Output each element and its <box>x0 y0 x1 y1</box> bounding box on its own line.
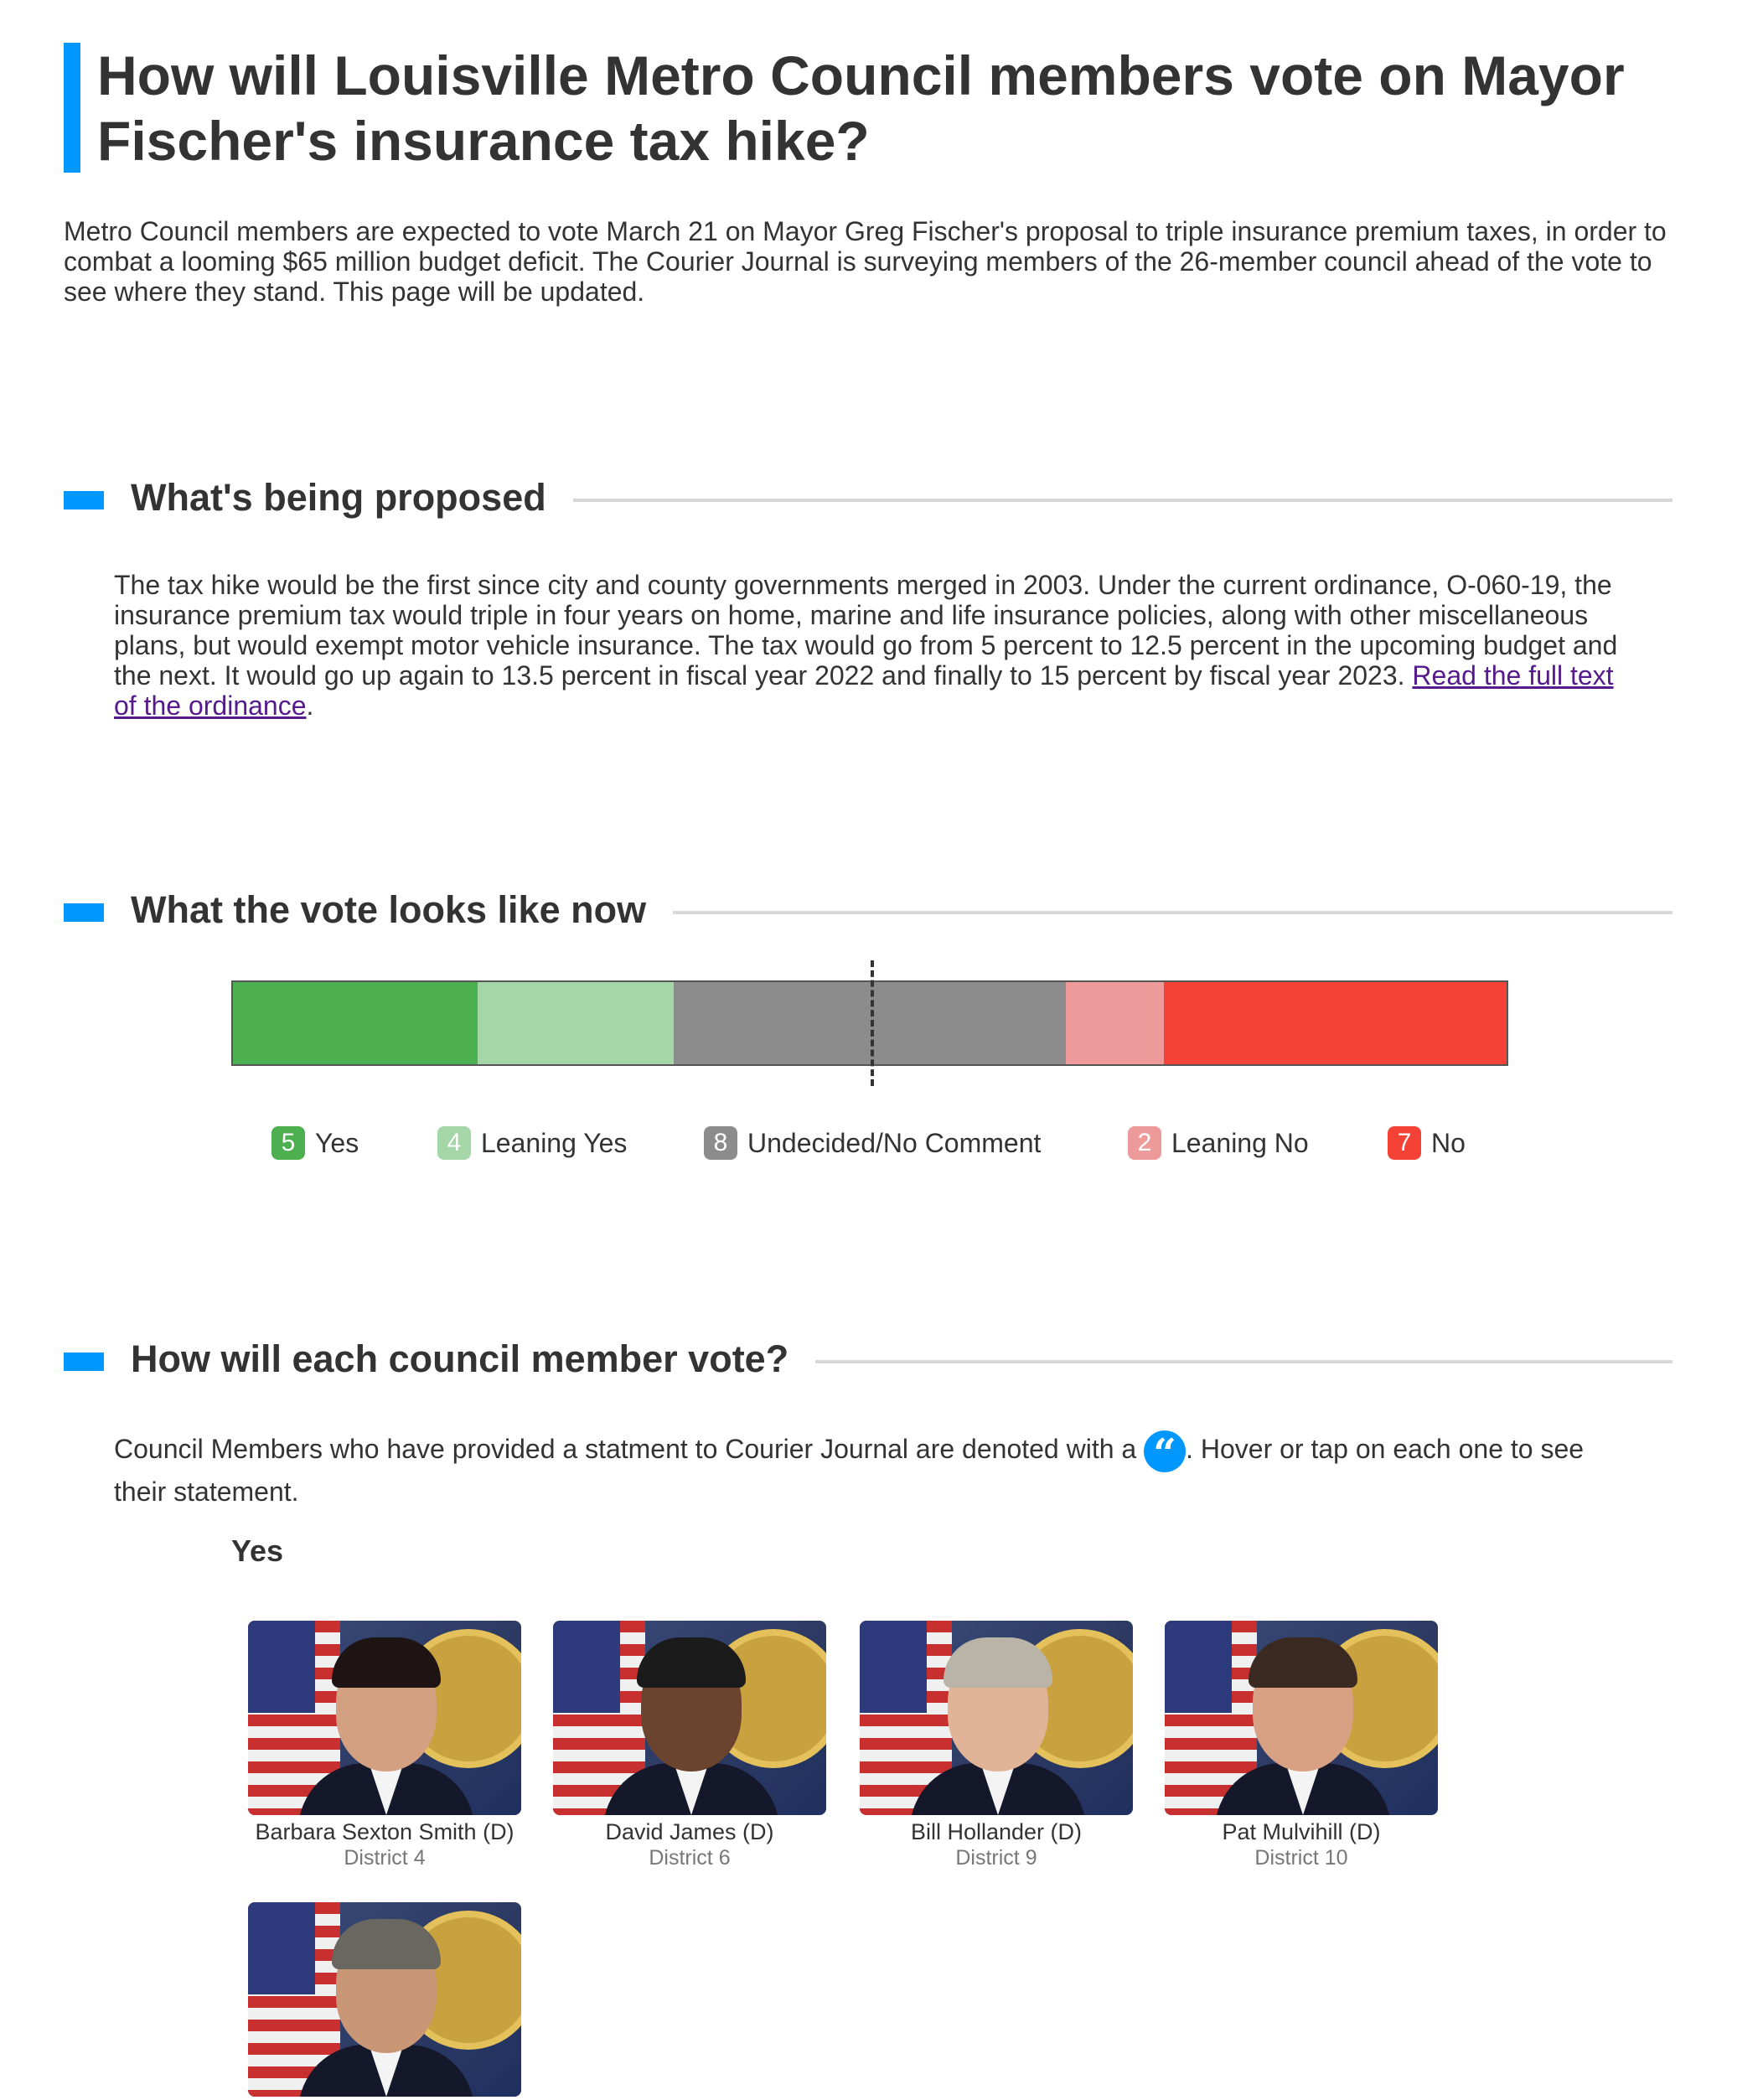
proposal-text-end: . <box>306 691 314 721</box>
section-header-members: How will each council member vote? <box>64 1334 1673 1384</box>
section-title-vote: What the vote looks like now <box>131 885 674 935</box>
legend-item: 8 Undecided/No Comment <box>704 1126 1041 1160</box>
member-name: David James (D) <box>605 1819 774 1844</box>
member-photo[interactable] <box>1165 1621 1438 1815</box>
legend-count-badge: 2 <box>1128 1126 1161 1160</box>
members-note: Council Members who have provided a stat… <box>114 1430 1639 1512</box>
legend-label: No <box>1431 1127 1466 1158</box>
legend-count-badge: 5 <box>271 1126 305 1160</box>
intro-paragraph: Metro Council members are expected to vo… <box>64 216 1667 307</box>
member-card[interactable]: David James (D) District 6 <box>553 1621 826 1870</box>
legend-item: 5 Yes <box>271 1126 359 1160</box>
section-marker <box>64 1353 104 1371</box>
section-marker <box>64 491 104 509</box>
member-card[interactable]: Bill Hollander (D) District 9 <box>860 1621 1133 1870</box>
member-photo[interactable] <box>553 1621 826 1815</box>
legend-label: Leaning No <box>1171 1127 1309 1158</box>
legend-label: Leaning Yes <box>481 1127 628 1158</box>
section-title-proposed: What's being proposed <box>131 473 573 523</box>
proposal-text: The tax hike would be the first since ci… <box>114 570 1618 691</box>
vote-segment-no <box>1163 982 1507 1064</box>
vote-segment-yes <box>233 982 478 1064</box>
quote-icon: “ <box>1144 1430 1187 1477</box>
member-name: Pat Mulvihill (D) <box>1222 1819 1381 1844</box>
member-district: District 4 <box>344 1846 426 1870</box>
vote-tally-bar <box>231 980 1508 1066</box>
member-photo[interactable] <box>860 1621 1133 1815</box>
section-marker <box>64 903 104 922</box>
section-header-vote: What the vote looks like now <box>64 885 1673 935</box>
legend-count-badge: 4 <box>437 1126 471 1160</box>
vote-legend: 5 Yes 4 Leaning Yes 8 Undecided/No Comment 2 Le… <box>0 1126 1763 1177</box>
member-district: District 9 <box>955 1846 1037 1870</box>
member-name: Bill Hollander (D) <box>910 1819 1083 1844</box>
members-note-text: Council Members who have provided a stat… <box>114 1434 1145 1464</box>
legend-item: 4 Leaning Yes <box>437 1126 627 1160</box>
member-photo[interactable] <box>248 1902 521 2097</box>
legend-count-badge: 7 <box>1388 1126 1421 1160</box>
vote-segment-undecided-no-comment <box>674 982 1066 1064</box>
legend-item: 2 Leaning No <box>1128 1126 1309 1160</box>
page-title: How will Louisville Metro Council member… <box>97 44 1625 172</box>
member-district: District 6 <box>649 1846 731 1870</box>
vote-segment-leaning-no <box>1065 982 1164 1064</box>
vote-segment-leaning-yes <box>478 982 675 1064</box>
member-card[interactable]: Barbara Sexton Smith (D) District 4 <box>248 1621 521 1870</box>
legend-label: Undecided/No Comment <box>747 1127 1042 1158</box>
proposal-paragraph: The tax hike would be the first since ci… <box>114 570 1639 721</box>
page-headline-block: How will Louisville Metro Council member… <box>64 43 1698 173</box>
legend-item: 7 No <box>1388 1126 1466 1160</box>
majority-line <box>871 960 874 1086</box>
section-title-members: How will each council member vote? <box>131 1334 816 1384</box>
legend-count-badge: 8 <box>704 1126 737 1160</box>
member-card[interactable] <box>248 1902 521 2100</box>
member-district: District 10 <box>1254 1846 1348 1870</box>
group-label-yes: Yes <box>231 1534 284 1568</box>
section-header-proposed: What's being proposed <box>64 473 1673 523</box>
member-card[interactable]: Pat Mulvihill (D) District 10 <box>1165 1621 1438 1870</box>
member-name: Barbara Sexton Smith (D) <box>255 1819 514 1844</box>
member-photo[interactable] <box>248 1621 521 1815</box>
legend-label: Yes <box>315 1127 359 1158</box>
